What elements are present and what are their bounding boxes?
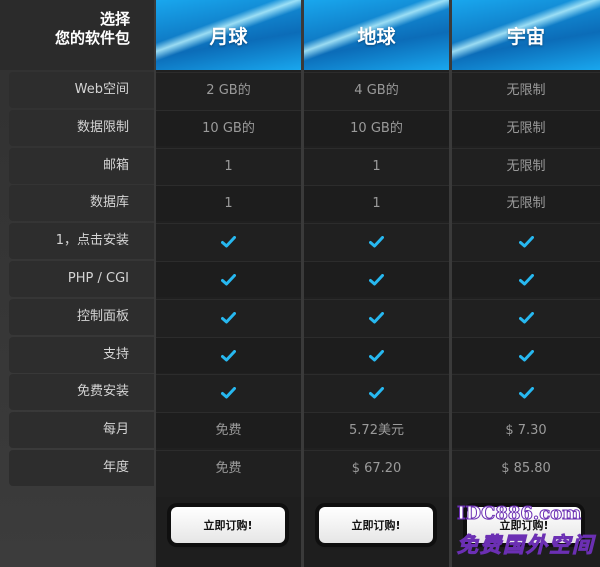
feature-label: 邮箱	[9, 148, 154, 184]
feature-label: 年度	[9, 450, 154, 486]
feature-label: 免费安装	[9, 374, 154, 410]
feature-label: 控制面板	[9, 299, 154, 335]
feature-value: 1	[156, 148, 301, 184]
check-icon	[452, 337, 600, 373]
feature-label: 每月	[9, 412, 154, 448]
feature-value: 无限制	[452, 185, 600, 221]
feature-value: 1	[156, 185, 301, 221]
feature-value: 1	[304, 148, 449, 184]
feature-value: $ 85.80	[452, 450, 600, 486]
check-icon	[156, 337, 301, 373]
check-icon	[304, 223, 449, 259]
check-icon	[304, 337, 449, 373]
feature-label: 数据库	[9, 185, 154, 221]
title-line-2: 您的软件包	[54, 29, 130, 47]
title-line-1: 选择	[99, 10, 130, 28]
feature-value: 无限制	[452, 110, 600, 146]
check-icon	[369, 235, 384, 247]
order-area-universe: 立即订购!	[452, 497, 600, 567]
feature-label: 1，点击安装	[9, 223, 154, 259]
check-icon	[221, 235, 236, 247]
check-icon	[518, 235, 534, 247]
check-icon	[304, 299, 449, 335]
feature-value: 1	[304, 185, 449, 221]
plan-column-earth: 地球 4 GB的 10 GB的 1 1 5.72美元 $ 67.20 立即订购!	[304, 0, 449, 567]
plan-column-moon: 月球 2 GB的 10 GB的 1 1 免费 免费 立即订购!	[156, 0, 301, 567]
feature-label: 数据限制	[9, 110, 154, 146]
check-icon	[452, 374, 600, 410]
plan-header-moon: 月球	[156, 0, 301, 70]
feature-value: 4 GB的	[304, 72, 449, 108]
check-icon	[518, 386, 534, 398]
check-icon	[518, 349, 534, 361]
feature-label: 支持	[9, 337, 154, 373]
check-icon	[156, 299, 301, 335]
check-icon	[221, 386, 236, 398]
check-icon	[156, 223, 301, 259]
order-button-earth[interactable]: 立即订购!	[319, 507, 433, 543]
check-icon	[452, 223, 600, 259]
feature-value: 10 GB的	[304, 110, 449, 146]
check-icon	[304, 261, 449, 297]
plan-column-universe: 宇宙 无限制 无限制 无限制 无限制 $ 7.30 $ 85.80 立即订购!	[452, 0, 600, 567]
feature-value: 免费	[156, 412, 301, 448]
check-icon	[304, 374, 449, 410]
order-area-earth: 立即订购!	[304, 497, 449, 567]
check-icon	[452, 261, 600, 297]
check-icon	[156, 261, 301, 297]
feature-value: 5.72美元	[304, 412, 449, 448]
check-icon	[221, 273, 236, 285]
order-button-moon[interactable]: 立即订购!	[171, 507, 285, 543]
page-title: 选择 您的软件包	[0, 0, 154, 70]
feature-value: 2 GB的	[156, 72, 301, 108]
check-icon	[221, 349, 236, 361]
check-icon	[369, 349, 384, 361]
feature-label: Web空间	[9, 72, 154, 108]
feature-value: 无限制	[452, 72, 600, 108]
feature-value: $ 7.30	[452, 412, 600, 448]
plan-header-earth: 地球	[304, 0, 449, 70]
feature-value: 10 GB的	[156, 110, 301, 146]
check-icon	[221, 311, 236, 323]
order-button-universe[interactable]: 立即订购!	[467, 507, 581, 543]
check-icon	[452, 299, 600, 335]
feature-label: PHP / CGI	[9, 261, 154, 297]
check-icon	[369, 273, 384, 285]
check-icon	[518, 273, 534, 285]
feature-value: 免费	[156, 450, 301, 486]
plan-header-universe: 宇宙	[452, 0, 600, 70]
check-icon	[518, 311, 534, 323]
feature-value: $ 67.20	[304, 450, 449, 486]
check-icon	[369, 311, 384, 323]
check-icon	[156, 374, 301, 410]
feature-value: 无限制	[452, 148, 600, 184]
check-icon	[369, 386, 384, 398]
order-area-moon: 立即订购!	[156, 497, 301, 567]
